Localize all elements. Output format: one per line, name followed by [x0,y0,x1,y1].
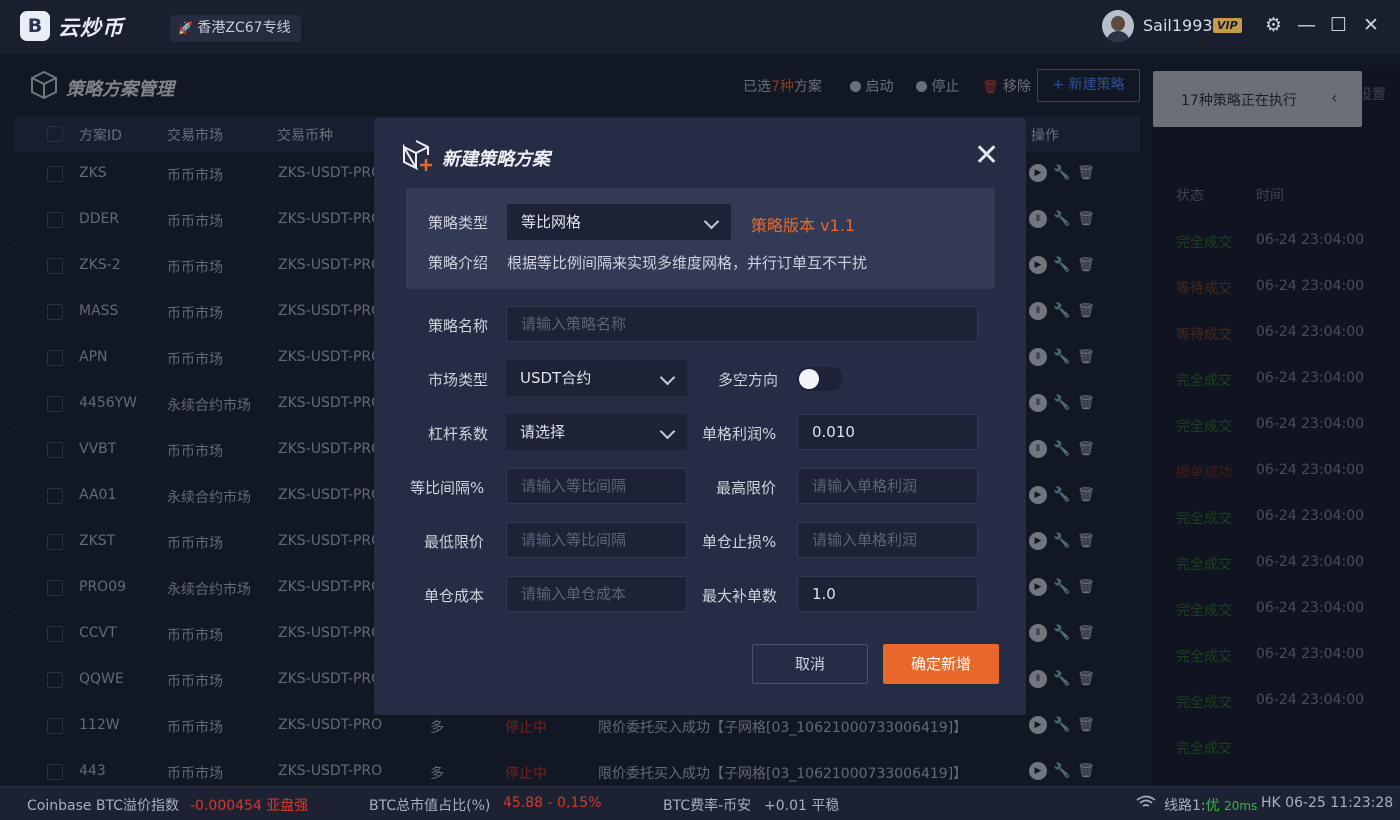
direction-toggle[interactable] [797,367,843,391]
line-selector[interactable]: 🚀 香港ZC67专线 [170,15,301,42]
confirm-button[interactable]: 确定新增 [883,644,999,684]
grid-profit-input[interactable]: 0.010 [797,414,978,450]
min-price-label: 最低限价 [424,533,485,551]
maximize-icon[interactable]: ☐ [1330,14,1347,36]
avatar[interactable] [1102,10,1134,42]
wifi-icon [1136,795,1156,813]
minimize-icon[interactable]: — [1297,14,1316,36]
new-cube-icon [403,140,432,171]
ratio-input[interactable]: 请输入等比间隔 [506,468,687,504]
intro-text: 根据等比例间隔来实现多维度网格，并行订单互不干扰 [507,254,868,272]
funding-label: BTC费率-币安 [663,798,752,814]
premium-label: Coinbase BTC溢价指数 [27,798,180,814]
cost-label: 单仓成本 [424,587,485,605]
direction-label: 多空方向 [718,371,779,389]
name-label: 策略名称 [428,317,489,335]
title-bar: B 云炒币 🚀 香港ZC67专线 Sail1993 VIP ⚙ — ☐ ✕ [0,0,1400,54]
type-label: 策略类型 [428,214,489,232]
grid-profit-label: 单格利润% [702,425,777,443]
strategy-info-box: 策略类型 等比网格 策略版本 v1.1 策略介绍 根据等比例间隔来实现多维度网格… [406,188,995,289]
cancel-button[interactable]: 取消 [752,644,868,684]
funding-value: +0.01 平稳 [764,798,840,814]
market-type-select[interactable]: USDT合约 [506,360,687,396]
leverage-label: 杠杆系数 [428,425,489,443]
max-add-label: 最大补单数 [702,587,778,605]
clock: HK 06-25 11:23:28 [1261,795,1394,811]
chevron-down-icon [703,213,720,230]
market-label: 市场类型 [428,371,489,389]
strategy-name-input[interactable]: 请输入策略名称 [506,306,978,342]
line-status: 线路1:优 20ms [1164,798,1258,814]
strategy-type-select[interactable]: 等比网格 [507,204,731,240]
max-price-input[interactable]: 请输入单格利润 [797,468,978,504]
close-window-icon[interactable]: ✕ [1363,14,1379,36]
dominance-value: 45.88 - 0,15% [503,795,602,811]
dialog-title: 新建策略方案 [442,149,550,170]
vip-badge: VIP [1213,18,1242,33]
strategy-version: 策略版本 v1.1 [751,216,856,235]
cost-input[interactable]: 请输入单仓成本 [506,576,687,612]
close-icon[interactable]: ✕ [974,141,999,171]
max-price-label: 最高限价 [716,479,777,497]
ratio-label: 等比间隔% [410,479,485,497]
premium-value: -0.000454 亚盘强 [190,798,309,814]
new-strategy-dialog: 新建策略方案 ✕ 策略类型 等比网格 策略版本 v1.1 策略介绍 根据等比例间… [374,118,1026,715]
app-logo: B [20,11,50,41]
app-name: 云炒币 [58,16,124,40]
max-add-input[interactable]: 1.0 [797,576,978,612]
leverage-select[interactable]: 请选择 [506,414,687,450]
intro-label: 策略介绍 [428,254,489,272]
chevron-down-icon [659,423,676,440]
settings-icon[interactable]: ⚙ [1265,14,1282,36]
min-price-input[interactable]: 请输入等比间隔 [506,522,687,558]
dominance-label: BTC总市值占比(%) [369,798,491,814]
status-bar: Coinbase BTC溢价指数 -0.000454 亚盘强 BTC总市值占比(… [0,786,1400,820]
username[interactable]: Sail1993 [1143,16,1213,35]
stop-loss-input[interactable]: 请输入单格利润 [797,522,978,558]
rocket-icon: 🚀 [178,21,193,35]
chevron-down-icon [659,369,676,386]
line-name: 香港ZC67专线 [197,20,291,36]
stop-loss-label: 单仓止损% [702,533,777,551]
